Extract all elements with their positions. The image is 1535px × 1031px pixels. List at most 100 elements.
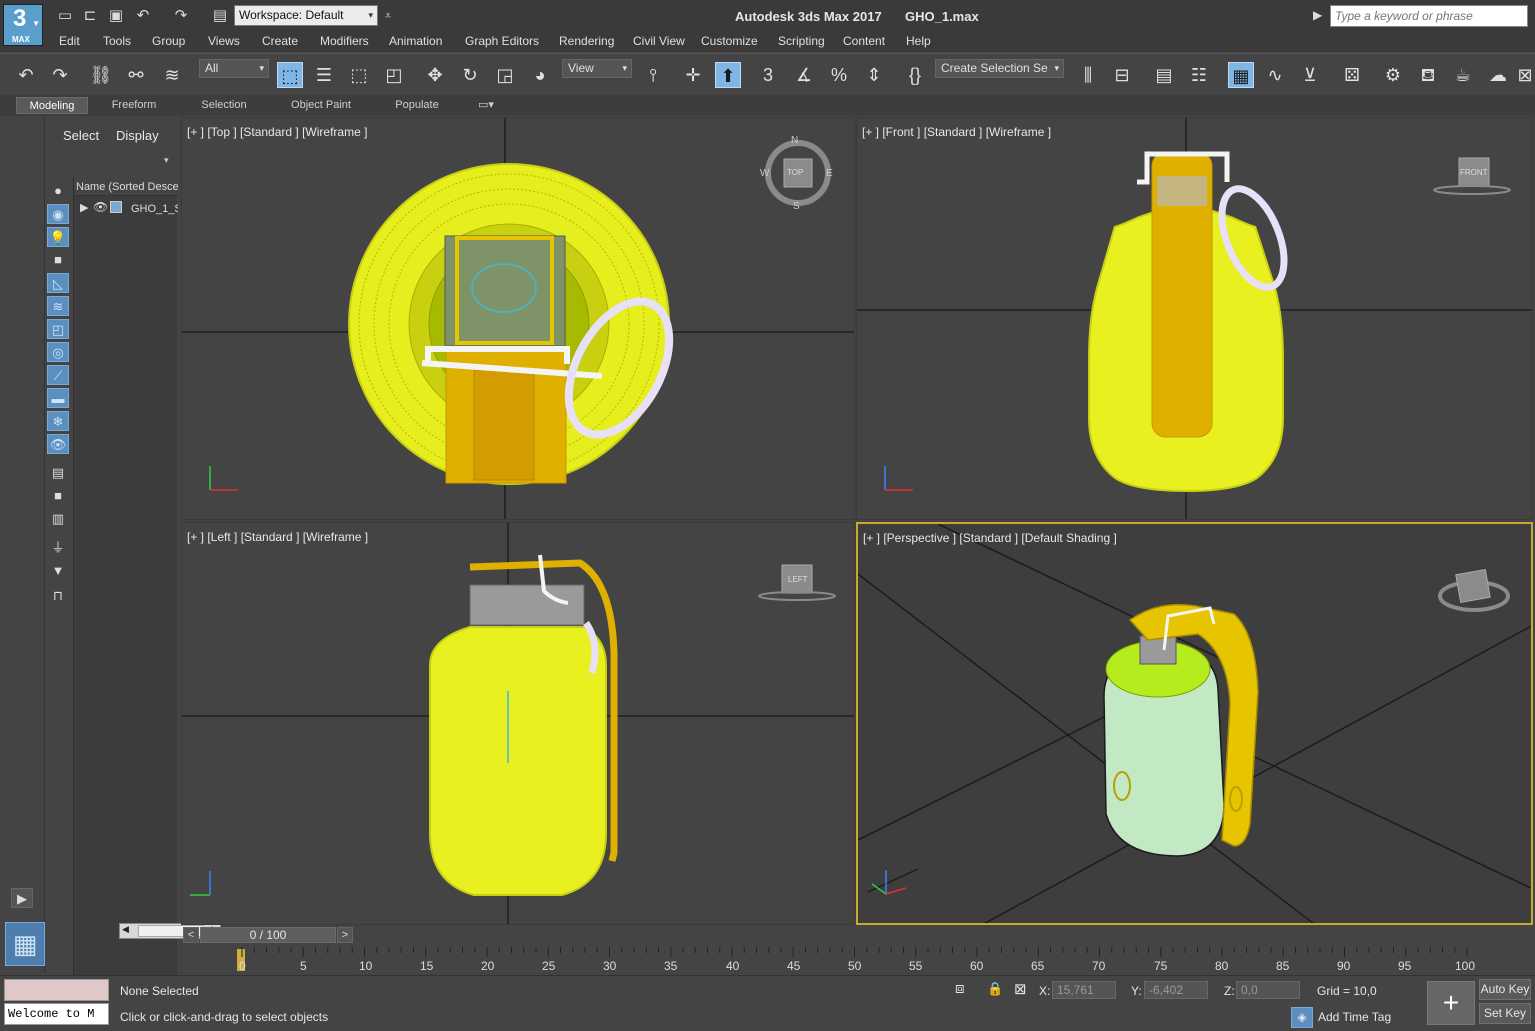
- viewcube[interactable]: [1438, 569, 1510, 612]
- viewport-label[interactable]: [+ ] [Left ] [Standard ] [Wireframe ]: [187, 530, 368, 544]
- percent-snap-icon[interactable]: %: [826, 62, 852, 88]
- isolate-selection-icon[interactable]: ⧈: [955, 980, 965, 997]
- prev-frame-button[interactable]: <: [183, 927, 199, 943]
- maxscript-listener-input[interactable]: Welcome to M: [4, 1003, 109, 1025]
- angle-snap-icon[interactable]: ∡: [791, 62, 817, 88]
- add-time-tag-button[interactable]: Add Time Tag: [1318, 1010, 1391, 1024]
- viewport-label[interactable]: [+ ] [Front ] [Standard ] [Wireframe ]: [862, 125, 1051, 139]
- menu-animation[interactable]: Animation: [389, 34, 442, 48]
- tab-selection[interactable]: Selection: [190, 97, 258, 114]
- bone-icon[interactable]: ⟋: [47, 365, 69, 385]
- undo-icon[interactable]: ↶: [133, 6, 153, 26]
- viewport-left[interactable]: [+ ] [Left ] [Standard ] [Wireframe ] LE…: [181, 522, 855, 925]
- helper-icon[interactable]: ◺: [47, 273, 69, 293]
- schematic-view-icon[interactable]: ⊻: [1297, 62, 1323, 88]
- set-key-plus-icon[interactable]: +: [1427, 981, 1475, 1025]
- rendered-frame-window-icon[interactable]: ⛾: [1415, 62, 1441, 88]
- select-object-icon[interactable]: ⬚: [277, 62, 303, 88]
- customize-quick-access-icon[interactable]: ⩡: [378, 6, 398, 26]
- curve-editor-icon[interactable]: ∿: [1262, 62, 1288, 88]
- set-key-button[interactable]: Set Key: [1479, 1003, 1531, 1024]
- menu-content[interactable]: Content: [843, 34, 885, 48]
- absolute-mode-icon[interactable]: ⊠: [1014, 980, 1027, 998]
- viewport-label[interactable]: [+ ] [Perspective ] [Standard ] [Default…: [863, 531, 1117, 545]
- next-frame-button[interactable]: >: [337, 927, 353, 943]
- name-column-header[interactable]: Name (Sorted Descending): [74, 178, 178, 196]
- unlink-icon[interactable]: ⚯: [123, 62, 149, 88]
- select-by-name-icon[interactable]: ☰: [311, 62, 337, 88]
- named-selection-dropdown[interactable]: Create Selection Se ▾: [935, 59, 1064, 78]
- visibility-icon[interactable]: 👁: [47, 434, 69, 454]
- rotate-icon[interactable]: ↻: [457, 62, 483, 88]
- properties-icon[interactable]: ▥: [47, 509, 69, 529]
- hierarchy-icon[interactable]: ⊓: [47, 586, 69, 606]
- expand-arrow-icon[interactable]: ▶: [80, 201, 88, 214]
- menu-graph-editors[interactable]: Graph Editors: [465, 34, 539, 48]
- container-icon[interactable]: ▬: [47, 388, 69, 408]
- bind-space-warp-icon[interactable]: ≋: [159, 62, 185, 88]
- workspace-dropdown[interactable]: Workspace: Default ▾: [234, 5, 378, 26]
- placement-icon[interactable]: ◕: [527, 62, 553, 88]
- lock-selection-icon[interactable]: 🔒: [987, 981, 1003, 997]
- menu-customize[interactable]: Customize: [701, 34, 758, 48]
- ribbon-options-icon[interactable]: ▭▾: [472, 97, 500, 114]
- scene-explorer-icon[interactable]: ▤: [1151, 62, 1177, 88]
- geometry-icon[interactable]: ◉: [47, 204, 69, 224]
- menu-modifiers[interactable]: Modifiers: [320, 34, 369, 48]
- redo-icon[interactable]: ↷: [171, 6, 191, 26]
- menu-views[interactable]: Views: [208, 34, 240, 48]
- keyboard-shortcut-override-icon[interactable]: ⬆: [715, 62, 741, 88]
- viewport-perspective[interactable]: [+ ] [Perspective ] [Standard ] [Default…: [856, 522, 1533, 925]
- maxscript-listener-output[interactable]: [4, 979, 109, 1001]
- y-coordinate-field[interactable]: -6,402: [1144, 981, 1208, 999]
- menu-edit[interactable]: Edit: [59, 34, 80, 48]
- camera-icon[interactable]: ■: [47, 250, 69, 270]
- menu-create[interactable]: Create: [262, 34, 298, 48]
- open-file-icon[interactable]: ⊏: [80, 6, 100, 26]
- move-icon[interactable]: ✥: [422, 62, 448, 88]
- explorer-tab-select[interactable]: Select: [63, 128, 99, 143]
- tab-populate[interactable]: Populate: [385, 97, 449, 114]
- search-expand-icon[interactable]: ▶: [1313, 8, 1322, 22]
- light-icon[interactable]: 💡: [47, 227, 69, 247]
- create-panel-icon[interactable]: ●: [47, 181, 69, 201]
- x-coordinate-field[interactable]: 15,761: [1052, 981, 1116, 999]
- scroll-left-icon[interactable]: ◀: [122, 924, 129, 935]
- mirror-icon[interactable]: ⫼: [1075, 62, 1101, 88]
- menu-rendering[interactable]: Rendering: [559, 34, 614, 48]
- time-slider[interactable]: < 0 / 100 >: [183, 927, 353, 943]
- layer-list-icon[interactable]: ▤: [47, 463, 69, 483]
- spinner-snap-icon[interactable]: ⇕: [861, 62, 887, 88]
- material-editor-icon[interactable]: ⚄: [1339, 62, 1365, 88]
- scale-icon[interactable]: ◲: [492, 62, 518, 88]
- menu-tools[interactable]: Tools: [103, 34, 131, 48]
- list-item[interactable]: ▶ 👁 GHO_1_S: [74, 200, 178, 218]
- layer-explorer-icon[interactable]: ☷: [1186, 62, 1212, 88]
- redo-icon[interactable]: ↷: [47, 62, 73, 88]
- menu-help[interactable]: Help: [906, 34, 931, 48]
- render-setup-icon[interactable]: ⚙: [1380, 62, 1406, 88]
- undo-icon[interactable]: ↶: [13, 62, 39, 88]
- time-tag-icon[interactable]: ◈: [1291, 1007, 1313, 1028]
- save-file-icon[interactable]: ▣: [106, 6, 126, 26]
- filter-icon[interactable]: ▼: [47, 561, 69, 581]
- pivot-center-icon[interactable]: ⫯: [640, 62, 666, 88]
- square-icon[interactable]: ■: [47, 486, 69, 506]
- viewport-top[interactable]: [+ ] [Top ] [Standard ] [Wireframe ] N E…: [181, 117, 855, 520]
- chevron-down-icon[interactable]: ▾: [164, 155, 169, 166]
- reference-coordinate-dropdown[interactable]: View ▾: [562, 59, 632, 78]
- link-icon[interactable]: ⛓: [88, 62, 114, 88]
- viewport-label[interactable]: [+ ] [Top ] [Standard ] [Wireframe ]: [187, 125, 367, 139]
- tab-object-paint[interactable]: Object Paint: [280, 97, 362, 114]
- menu-civil-view[interactable]: Civil View: [633, 34, 685, 48]
- select-manipulate-icon[interactable]: ✛: [680, 62, 706, 88]
- selection-filter-dropdown[interactable]: All ▾: [199, 59, 269, 78]
- tab-modeling[interactable]: Modeling: [16, 97, 88, 114]
- ribbon-toggle-icon[interactable]: ▦: [1228, 62, 1254, 88]
- render-cloud-icon[interactable]: ☁: [1485, 62, 1511, 88]
- new-file-icon[interactable]: ▭: [55, 6, 75, 26]
- project-folder-icon[interactable]: ▤: [210, 6, 230, 26]
- visibility-eye-icon[interactable]: 👁: [93, 200, 108, 214]
- explorer-tab-display[interactable]: Display: [116, 128, 159, 143]
- menu-group[interactable]: Group: [152, 34, 185, 48]
